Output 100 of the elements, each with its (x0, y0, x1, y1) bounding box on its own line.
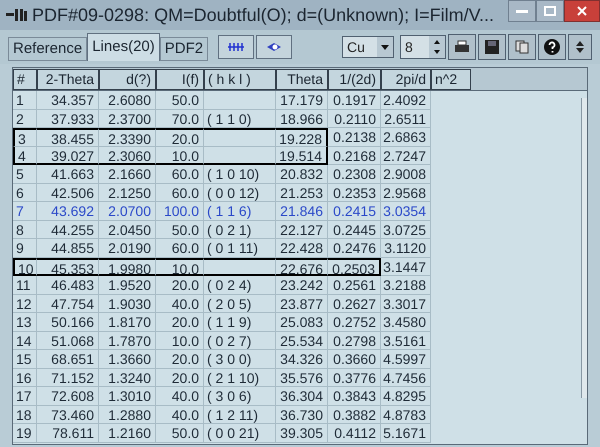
table-cell: 40.0 (156, 406, 204, 424)
table-cell: 0.2110 (328, 110, 381, 128)
eye-button[interactable] (256, 35, 292, 59)
table-cell: 21.253 (276, 184, 328, 202)
table-cell: 0.2476 (328, 239, 381, 258)
table-cell: 0.3776 (328, 368, 381, 387)
column-header[interactable]: 1/(2d) (328, 69, 381, 90)
table-cell: 8 (13, 220, 37, 239)
table-cell: ( 1 1 9) (204, 313, 276, 332)
close-button[interactable] (564, 0, 600, 22)
table-cell: 4.5997 (381, 350, 431, 368)
table-cell: 2.3060 (99, 146, 156, 165)
table-cell: ( 3 0 6) (204, 387, 276, 406)
table-cell: 0.2561 (328, 276, 381, 294)
table-cell: 15 (13, 350, 37, 368)
table-cell: 2.7247 (381, 146, 431, 165)
table-cell: 1 (13, 91, 37, 110)
table-cell: 2.3390 (99, 128, 156, 146)
table-cell: 0.2168 (328, 146, 381, 165)
table-cell: 22.428 (276, 239, 328, 258)
count-spinner[interactable]: 8 (400, 35, 446, 59)
table-cell: 45.353 (37, 258, 99, 276)
maximize-icon (544, 6, 556, 16)
table-cell: 51.068 (37, 332, 99, 350)
column-header[interactable]: 2pi/d (381, 69, 431, 90)
table-cell: 1.9520 (99, 276, 156, 294)
table-cell: 10.0 (156, 332, 204, 350)
table-cell: ( 0 1 11) (204, 239, 276, 258)
table-cell: 43.692 (37, 202, 99, 220)
column-header[interactable]: 2-Theta (37, 69, 99, 90)
sort-button[interactable] (568, 34, 592, 60)
help-button[interactable] (538, 34, 566, 60)
table-cell: 36.304 (276, 387, 328, 406)
table-cell: 40.0 (156, 387, 204, 406)
printer-icon (454, 40, 470, 54)
eye-icon (266, 42, 282, 52)
maximize-button[interactable] (536, 0, 564, 22)
table-cell: 0.3882 (328, 406, 381, 424)
tab[interactable]: Lines(20) (87, 33, 160, 61)
up-down-icon (575, 40, 585, 54)
table-cell: 41.663 (37, 165, 99, 184)
column-header[interactable]: ( h k l ) (204, 69, 276, 90)
table-cell: 60.0 (156, 184, 204, 202)
table-cell (204, 128, 276, 146)
close-icon (577, 6, 587, 16)
table-cell: 1.8170 (99, 313, 156, 332)
tab[interactable]: Reference (8, 37, 88, 61)
table-cell: 2.6080 (99, 91, 156, 110)
table-cell: ( 1 0 10) (204, 165, 276, 184)
scrollbar[interactable] (581, 98, 587, 398)
table-cell: 2.0700 (99, 202, 156, 220)
column-header[interactable]: Theta (276, 69, 328, 90)
table-cell: 17.179 (276, 91, 328, 110)
table-cell: 7 (13, 202, 37, 220)
print-button[interactable] (448, 34, 476, 60)
table-cell: 2.0190 (99, 239, 156, 258)
table-cell: 2.9008 (381, 165, 431, 184)
table-cell (204, 91, 276, 110)
table-cell: 6 (13, 184, 37, 202)
table-cell: 25.083 (276, 313, 328, 332)
column-header[interactable]: d(?) (99, 69, 156, 90)
table-cell: 2 (13, 110, 37, 128)
table-cell: 40.0 (156, 294, 204, 313)
table-cell: 22.676 (276, 258, 328, 276)
table-cell: 50.0 (156, 91, 204, 110)
table-cell: 2.1250 (99, 184, 156, 202)
table-cell: 1.2880 (99, 406, 156, 424)
table-cell: 3.3017 (381, 294, 431, 313)
table-cell: 20.0 (156, 276, 204, 294)
table-cell: 17 (13, 387, 37, 406)
table-cell: 5.1671 (381, 424, 431, 442)
table-cell: 0.2798 (328, 332, 381, 350)
table-cell: 34.357 (37, 91, 99, 110)
table-cell: 5 (13, 165, 37, 184)
table-cell: 1.3010 (99, 387, 156, 406)
column-header[interactable]: # (13, 69, 37, 90)
table-cell: 1.9980 (99, 258, 156, 276)
table-cell: 36.730 (276, 406, 328, 424)
table-cell: 50.0 (156, 424, 204, 442)
table-cell: 4.8783 (381, 406, 431, 424)
column-header[interactable]: I(f) (156, 69, 204, 90)
radiation-dropdown[interactable]: Cu (342, 36, 394, 58)
column-header[interactable]: n^2 (431, 69, 471, 90)
table-cell: 2.4092 (381, 91, 431, 110)
copy-icon (515, 40, 529, 54)
table-cell: 4.8295 (381, 387, 431, 406)
table-cell: ( 0 0 12) (204, 184, 276, 202)
table-cell: ( 2 1 10) (204, 368, 276, 387)
copy-button[interactable] (508, 34, 536, 60)
minimize-button[interactable] (508, 0, 536, 22)
save-icon (485, 40, 499, 54)
table-cell: ( 2 0 5) (204, 294, 276, 313)
table-cell: 50.166 (37, 313, 99, 332)
peaks-button[interactable] (218, 35, 254, 59)
table-cell: 39.027 (37, 146, 99, 165)
save-button[interactable] (478, 34, 506, 60)
tab[interactable]: PDF2 (160, 37, 208, 61)
table-cell: ( 0 2 4) (204, 276, 276, 294)
table-cell: 3.1120 (381, 239, 431, 258)
table-cell: 23.877 (276, 294, 328, 313)
